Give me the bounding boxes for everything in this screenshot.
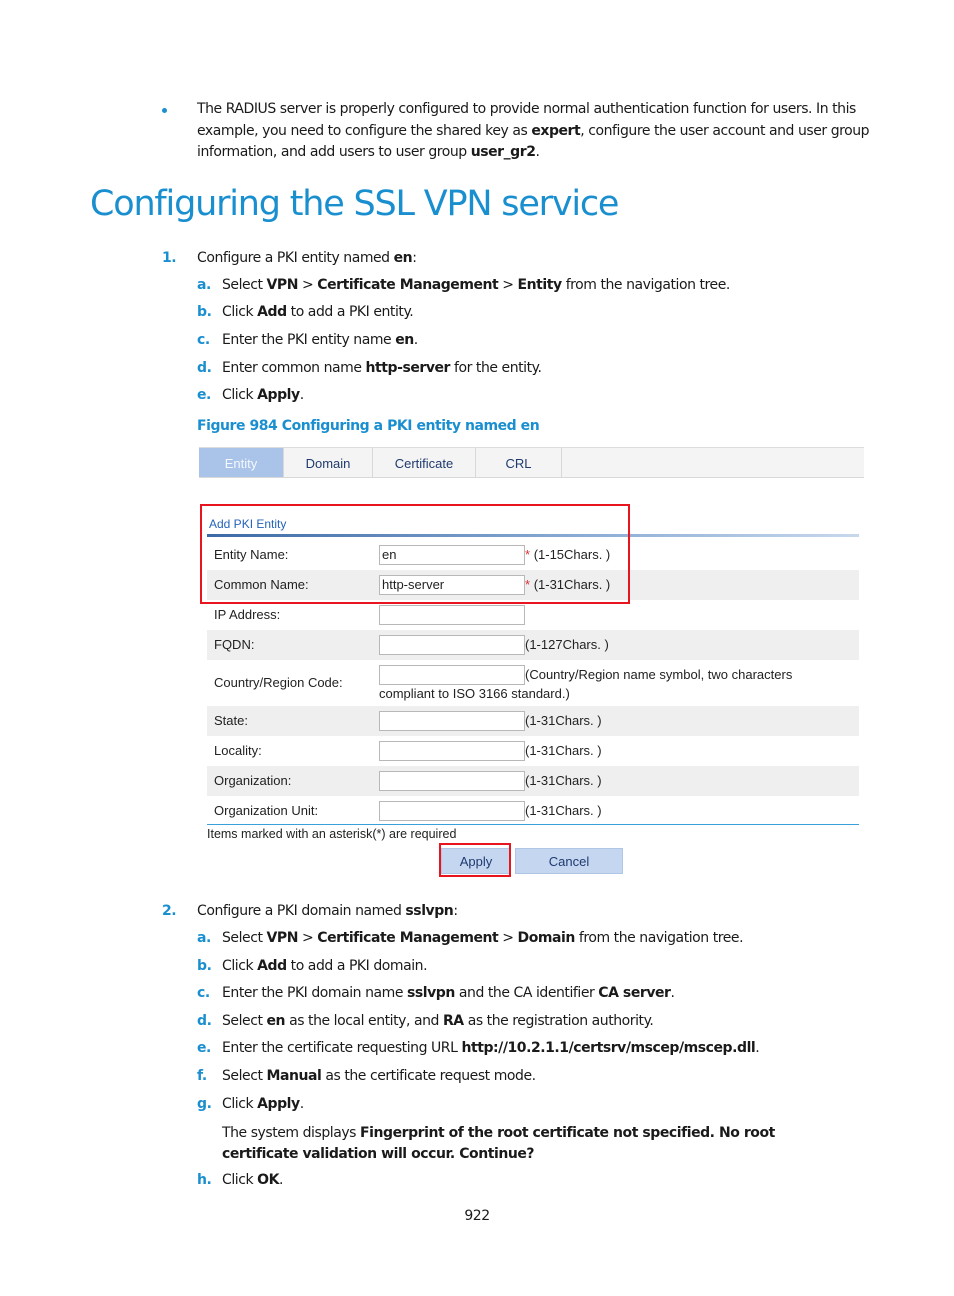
fqdn-input[interactable] bbox=[379, 635, 525, 655]
field-hint: (1-127Chars. ) bbox=[525, 637, 609, 652]
substep-text: Click Apply. bbox=[222, 1096, 304, 1112]
field-row-organization-unit: Organization Unit: (1-31Chars. ) bbox=[207, 796, 859, 826]
pki-entity-screenshot: Entity Domain Certificate CRL Add PKI En… bbox=[199, 447, 864, 887]
state-input[interactable] bbox=[379, 711, 525, 731]
cancel-button[interactable]: Cancel bbox=[515, 848, 623, 874]
step-number: 2. bbox=[162, 903, 177, 919]
field-row-ip-address: IP Address: bbox=[207, 600, 859, 630]
form-bottom-divider bbox=[207, 824, 859, 825]
substep-text: Enter the PKI domain name sslvpn and the… bbox=[222, 985, 675, 1001]
organization-input[interactable] bbox=[379, 771, 525, 791]
substep-text: Click OK. bbox=[222, 1172, 283, 1188]
field-hint: (1-31Chars. ) bbox=[525, 803, 602, 818]
field-label: FQDN: bbox=[214, 637, 255, 652]
substep-text: Click Add to add a PKI domain. bbox=[222, 958, 428, 974]
field-row-organization: Organization: (1-31Chars. ) bbox=[207, 766, 859, 796]
substep-letter: g. bbox=[197, 1096, 212, 1112]
substep-letter: e. bbox=[197, 387, 211, 403]
section-title: Configuring the SSL VPN service bbox=[90, 184, 619, 224]
field-row-country-code: Country/Region Code: (Country/Region nam… bbox=[207, 660, 859, 706]
substep-letter: f. bbox=[197, 1068, 207, 1084]
field-label: Country/Region Code: bbox=[214, 675, 343, 690]
substep-text: Enter the PKI entity name en. bbox=[222, 332, 418, 348]
tab-crl[interactable]: CRL bbox=[476, 448, 562, 477]
substep-letter: b. bbox=[197, 304, 212, 320]
field-label: Locality: bbox=[214, 743, 262, 758]
tab-certificate[interactable]: Certificate bbox=[373, 448, 476, 477]
substep-text: Select en as the local entity, and RA as… bbox=[222, 1013, 654, 1029]
tab-domain[interactable]: Domain bbox=[284, 448, 373, 477]
substep-letter: c. bbox=[197, 332, 210, 348]
organization-unit-input[interactable] bbox=[379, 801, 525, 821]
system-message-note: The system displays Fingerprint of the r… bbox=[222, 1125, 775, 1162]
highlight-box-apply bbox=[439, 843, 511, 877]
country-code-input[interactable] bbox=[379, 665, 525, 685]
highlight-box-fields bbox=[200, 504, 630, 604]
field-label: State: bbox=[214, 713, 248, 728]
field-label: Organization Unit: bbox=[214, 803, 319, 818]
field-hint: (1-31Chars. ) bbox=[525, 713, 602, 728]
substep-letter: d. bbox=[197, 360, 212, 376]
substep-letter: b. bbox=[197, 958, 212, 974]
tab-bar: Entity Domain Certificate CRL bbox=[199, 447, 864, 478]
page-number: 922 bbox=[464, 1208, 490, 1224]
required-note: Items marked with an asterisk(*) are req… bbox=[207, 827, 457, 841]
substep-text: Click Add to add a PKI entity. bbox=[222, 304, 414, 320]
figure-caption: Figure 984 Configuring a PKI entity name… bbox=[197, 418, 540, 434]
field-hint: (Country/Region name symbol, two charact… bbox=[525, 667, 793, 682]
substep-text: Select VPN > Certificate Management > Do… bbox=[222, 930, 744, 946]
ip-address-input[interactable] bbox=[379, 605, 525, 625]
bullet-icon bbox=[162, 108, 167, 113]
step-text: Configure a PKI domain named sslvpn: bbox=[197, 903, 458, 919]
substep-text: Click Apply. bbox=[222, 387, 304, 403]
step-text: Configure a PKI entity named en: bbox=[197, 250, 417, 266]
field-hint: (1-31Chars. ) bbox=[525, 773, 602, 788]
substep-text: Select VPN > Certificate Management > En… bbox=[222, 277, 730, 293]
field-hint-continued: compliant to ISO 3166 standard.) bbox=[379, 686, 570, 701]
locality-input[interactable] bbox=[379, 741, 525, 761]
substep-text: Select Manual as the certificate request… bbox=[222, 1068, 536, 1084]
step-number: 1. bbox=[162, 250, 177, 266]
substep-letter: h. bbox=[197, 1172, 212, 1188]
field-label: Organization: bbox=[214, 773, 292, 788]
field-row-fqdn: FQDN: (1-127Chars. ) bbox=[207, 630, 859, 660]
intro-paragraph: The RADIUS server is properly configured… bbox=[197, 101, 870, 160]
substep-letter: a. bbox=[197, 930, 211, 946]
field-label: IP Address: bbox=[214, 607, 281, 622]
field-row-state: State: (1-31Chars. ) bbox=[207, 706, 859, 736]
substep-letter: c. bbox=[197, 985, 210, 1001]
substep-letter: a. bbox=[197, 277, 211, 293]
field-hint: (1-31Chars. ) bbox=[525, 743, 602, 758]
tab-entity[interactable]: Entity bbox=[199, 448, 284, 477]
field-row-locality: Locality: (1-31Chars. ) bbox=[207, 736, 859, 766]
substep-letter: e. bbox=[197, 1040, 211, 1056]
substep-letter: d. bbox=[197, 1013, 212, 1029]
substep-text: Enter common name http-server for the en… bbox=[222, 360, 542, 376]
substep-text: Enter the certificate requesting URL htt… bbox=[222, 1040, 760, 1056]
